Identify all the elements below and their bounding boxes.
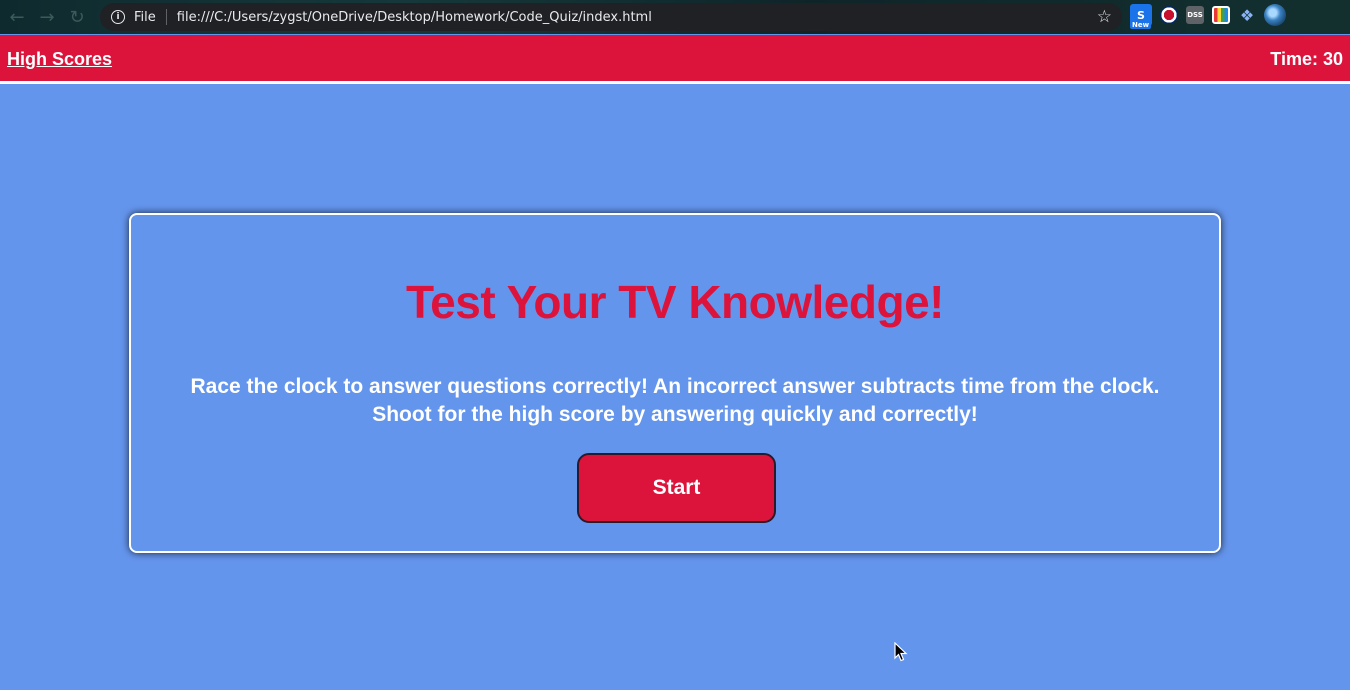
s-extension-label: S [1137, 8, 1145, 22]
back-arrow-icon[interactable]: ← [2, 2, 32, 32]
timer-display: Time: 30 [1270, 49, 1343, 69]
browser-toolbar: ← → ↻ i File file:///C:/Users/zygst/OneD… [0, 0, 1350, 34]
url-text[interactable]: file:///C:/Users/zygst/OneDrive/Desktop/… [177, 10, 652, 25]
flag-extension-icon[interactable] [1160, 6, 1178, 24]
quiz-description: Race the clock to answer questions corre… [190, 375, 1160, 426]
start-button[interactable]: Start [577, 453, 776, 523]
file-scheme-label: File [134, 9, 156, 25]
star-icon[interactable]: ☆ [1097, 7, 1112, 27]
reload-icon[interactable]: ↻ [62, 2, 92, 32]
dss-extension-label: DSS [1187, 11, 1203, 19]
s-extension-icon[interactable]: S New [1130, 4, 1152, 29]
page-header: High Scores Time: 30 [0, 35, 1350, 84]
forward-arrow-icon[interactable]: → [32, 2, 62, 32]
puzzle-icon[interactable]: ❖ [1238, 6, 1256, 25]
quiz-title: Test Your TV Knowledge! [406, 276, 944, 328]
dss-extension-icon[interactable]: DSS [1186, 6, 1204, 24]
profile-avatar[interactable] [1264, 4, 1286, 26]
book-extension-icon[interactable] [1212, 6, 1230, 24]
quiz-start-card: Test Your TV Knowledge! Race the clock t… [129, 213, 1221, 553]
high-scores-link[interactable]: High Scores [7, 49, 112, 70]
mouse-pointer-icon [894, 642, 908, 662]
extensions-tray: S New DSS ❖ [1130, 4, 1286, 29]
address-bar[interactable]: i File file:///C:/Users/zygst/OneDrive/D… [100, 3, 1122, 31]
url-divider [165, 9, 167, 25]
new-badge: New [1130, 21, 1152, 29]
info-icon[interactable]: i [111, 10, 125, 24]
